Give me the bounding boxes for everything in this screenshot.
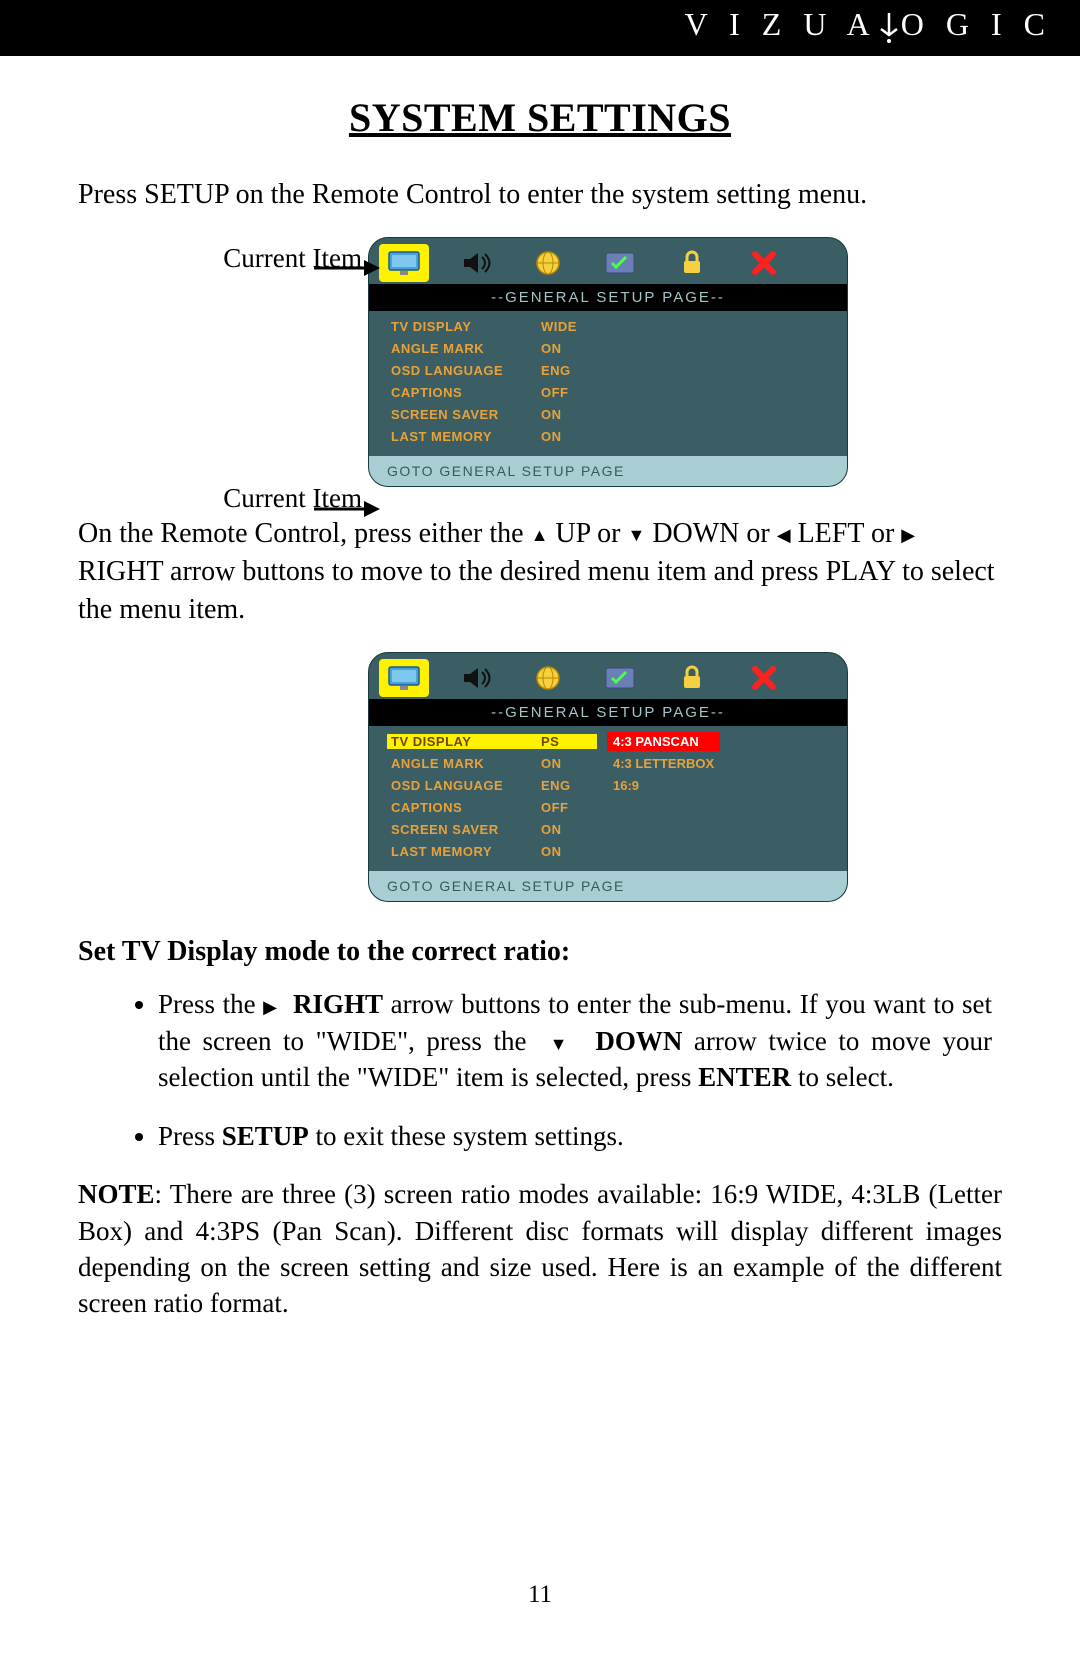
- speaker-icon[interactable]: [451, 659, 501, 697]
- nav-text: LEFT or: [791, 518, 902, 549]
- down-arrow-icon: ▼: [550, 1034, 573, 1054]
- instruction-list: Press the ▶ RIGHT arrow buttons to enter…: [78, 986, 1002, 1154]
- note-paragraph: NOTE: There are three (3) screen ratio m…: [78, 1176, 1002, 1322]
- osd-row-label[interactable]: SCREEN SAVER: [387, 822, 537, 837]
- key-enter: ENTER: [698, 1062, 791, 1092]
- right-arrow-icon: ▶: [901, 523, 915, 547]
- nav-text: RIGHT arrow buttons to move to the desir…: [78, 556, 995, 625]
- osd-row-value: ENG: [537, 778, 597, 793]
- note-text: : There are three (3) screen ratio modes…: [78, 1179, 1002, 1318]
- osd-row-value: ON: [537, 844, 597, 859]
- osd-footer: GOTO GENERAL SETUP PAGE: [369, 456, 847, 486]
- monitor-icon[interactable]: [379, 659, 429, 697]
- key-down: DOWN: [584, 1026, 683, 1056]
- instruction-item: Press the ▶ RIGHT arrow buttons to enter…: [158, 986, 1002, 1095]
- osd-row-label[interactable]: LAST MEMORY: [387, 844, 537, 859]
- monitor-icon[interactable]: [379, 244, 429, 282]
- arrow-icon: [314, 498, 380, 520]
- arrow-icon: [314, 257, 380, 279]
- text: to exit these system settings.: [309, 1121, 624, 1151]
- osd-row-value: ON: [537, 341, 597, 356]
- osd-row-value: OFF: [537, 800, 597, 815]
- osd-row-label[interactable]: LAST MEMORY: [387, 429, 537, 444]
- text: Press the: [158, 989, 263, 1019]
- nav-text: On the Remote Control, press either the: [78, 518, 531, 549]
- osd-row-value: ON: [537, 429, 597, 444]
- intro-text: Press SETUP on the Remote Control to ent…: [78, 179, 1002, 211]
- close-icon[interactable]: [739, 659, 789, 697]
- speaker-icon[interactable]: [451, 244, 501, 282]
- osd-row-value: ENG: [537, 363, 597, 378]
- nav-text: UP or: [548, 518, 627, 549]
- up-arrow-icon: ▲: [531, 523, 549, 547]
- osd-row-value: ON: [537, 822, 597, 837]
- osd-figure-2: --GENERAL SETUP PAGE-- TV DISPLAYPS ANGL…: [168, 652, 1002, 902]
- close-icon[interactable]: [739, 244, 789, 282]
- osd-row-value: WIDE: [537, 319, 597, 334]
- key-setup: SETUP: [222, 1121, 309, 1151]
- osd-row-label-selected[interactable]: TV DISPLAY: [387, 734, 537, 749]
- osd-row-label[interactable]: SCREEN SAVER: [387, 407, 537, 422]
- checklist-icon[interactable]: [595, 659, 645, 697]
- osd-row-label[interactable]: ANGLE MARK: [387, 341, 537, 356]
- brand-logo: V I Z U AO G I C: [685, 6, 1052, 45]
- text: Press: [158, 1121, 222, 1151]
- text: to select.: [791, 1062, 894, 1092]
- lock-icon[interactable]: [667, 244, 717, 282]
- osd-row-label[interactable]: OSD LANGUAGE: [387, 363, 537, 378]
- osd-row-label[interactable]: ANGLE MARK: [387, 756, 537, 771]
- osd-row-label[interactable]: CAPTIONS: [387, 385, 537, 400]
- osd-title: --GENERAL SETUP PAGE--: [369, 699, 847, 726]
- submenu-item-selected[interactable]: 4:3 PANSCAN: [607, 732, 720, 751]
- nav-text: DOWN or: [645, 518, 776, 549]
- osd-icon-row: [369, 238, 847, 284]
- osd-row-label[interactable]: CAPTIONS: [387, 800, 537, 815]
- checklist-icon[interactable]: [595, 244, 645, 282]
- globe-icon[interactable]: [523, 659, 573, 697]
- osd-panel-2: --GENERAL SETUP PAGE-- TV DISPLAYPS ANGL…: [368, 652, 848, 902]
- osd-row-value: ON: [537, 756, 597, 771]
- osd-row-value-selected: PS: [537, 734, 597, 749]
- instruction-item: Press SETUP to exit these system setting…: [158, 1118, 1002, 1154]
- osd-row-label[interactable]: OSD LANGUAGE: [387, 778, 537, 793]
- globe-icon[interactable]: [523, 244, 573, 282]
- osd-row-label[interactable]: TV DISPLAY: [387, 319, 537, 334]
- right-arrow-icon: ▶: [263, 997, 278, 1017]
- subheading: Set TV Display mode to the correct ratio…: [78, 936, 1002, 968]
- page-title: SYSTEM SETTINGS: [78, 94, 1002, 141]
- page-number: 11: [0, 1581, 1080, 1609]
- submenu-item[interactable]: 16:9: [607, 776, 720, 795]
- osd-footer: GOTO GENERAL SETUP PAGE: [369, 871, 847, 901]
- osd-row-value: OFF: [537, 385, 597, 400]
- osd-title: --GENERAL SETUP PAGE--: [369, 284, 847, 311]
- down-arrow-icon: ▼: [627, 523, 645, 547]
- left-arrow-icon: ◀: [777, 523, 791, 547]
- navigation-instructions: On the Remote Control, press either the …: [78, 515, 1002, 628]
- osd-figure-1: Current Item Current Item --GENERAL SETU…: [168, 237, 1002, 487]
- osd-row-value: ON: [537, 407, 597, 422]
- header-bar: V I Z U AO G I C: [0, 0, 1080, 56]
- osd-panel-1: --GENERAL SETUP PAGE-- TV DISPLAYWIDE AN…: [368, 237, 848, 487]
- osd-icon-row: [369, 653, 847, 699]
- key-right: RIGHT: [293, 989, 383, 1019]
- lock-icon[interactable]: [667, 659, 717, 697]
- submenu-item[interactable]: 4:3 LETTERBOX: [607, 754, 720, 773]
- note-label: NOTE: [78, 1179, 155, 1209]
